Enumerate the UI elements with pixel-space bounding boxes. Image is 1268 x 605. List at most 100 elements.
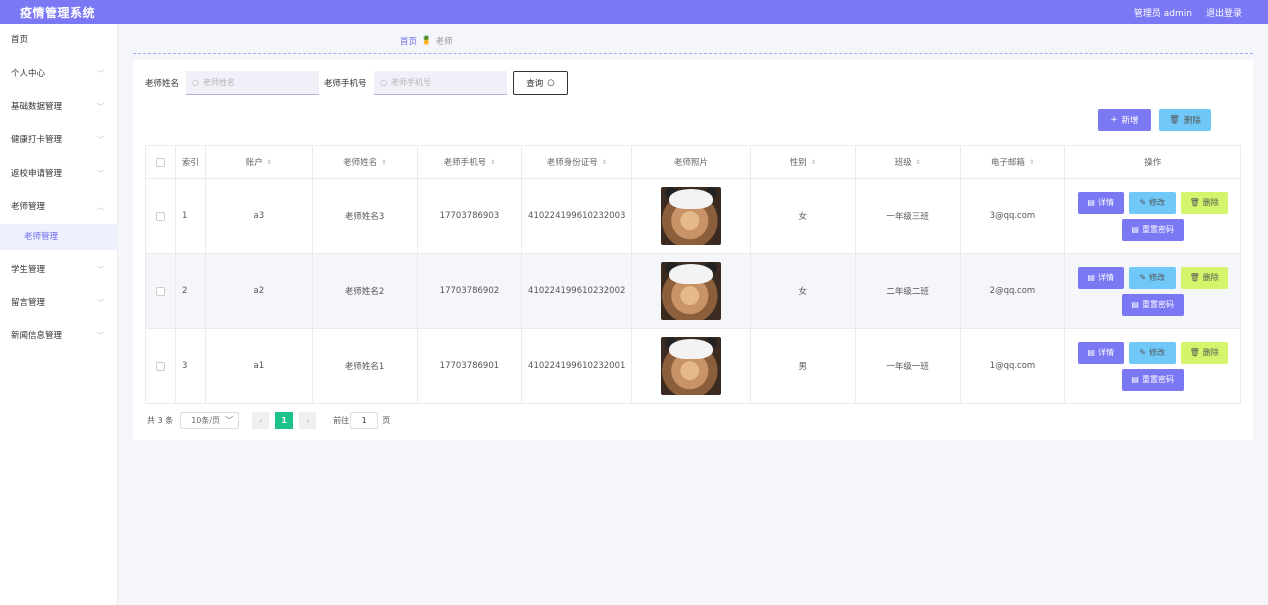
- cell-account: a1: [206, 329, 313, 403]
- goto-label: 前往: [333, 416, 350, 425]
- sidebar-item-profile[interactable]: 个人中心 ﹀: [0, 58, 118, 91]
- cell-index: 2: [176, 254, 206, 328]
- column-header-photo: 老师照片: [632, 146, 751, 178]
- cell-email: 1@qq.com: [961, 329, 1066, 403]
- sidebar-item-health-checkin[interactable]: 健康打卡管理 ﹀: [0, 124, 118, 157]
- sidebar-item-student[interactable]: 学生管理 ﹀: [0, 254, 118, 287]
- cell-phone: 17703786903: [418, 179, 523, 253]
- goto-page-input[interactable]: 1: [350, 412, 379, 429]
- row-checkbox[interactable]: [155, 211, 165, 221]
- batch-delete-button[interactable]: 🗑 删除: [1159, 109, 1211, 131]
- sidebar-item-base-data[interactable]: 基础数据管理 ﹀: [0, 91, 118, 124]
- name-search-label: 老师姓名: [145, 79, 180, 89]
- top-bar: 疫情管理系统 管理员 admin 退出登录: [0, 0, 1268, 24]
- chevron-down-icon: ﹀: [97, 70, 104, 78]
- cell-photo: [632, 254, 751, 328]
- cell-class: 二年级二班: [856, 254, 961, 328]
- query-button[interactable]: 查询 ○: [513, 71, 568, 95]
- main-content: 首页 🍍 老师 老师姓名 ○ 老师姓名 老师手机号 ○ 老师手机号 查询 ○ +…: [118, 24, 1268, 605]
- reset-password-button[interactable]: ▤ 重置密码: [1121, 293, 1184, 316]
- column-header-account[interactable]: 账户 ⇕: [206, 146, 313, 178]
- app-title: 疫情管理系统: [20, 6, 96, 20]
- chevron-down-icon: ﹀: [97, 266, 104, 274]
- reset-password-button[interactable]: ▤ 重置密码: [1121, 368, 1184, 391]
- logout-link[interactable]: 退出登录: [1206, 6, 1242, 19]
- detail-button[interactable]: ▤ 详情: [1077, 191, 1124, 214]
- teacher-photo[interactable]: [661, 187, 722, 245]
- column-header-name[interactable]: 老师姓名 ⇕: [313, 146, 418, 178]
- detail-button[interactable]: ▤ 详情: [1077, 341, 1124, 364]
- cell-photo: [632, 179, 751, 253]
- teacher-photo[interactable]: [661, 262, 722, 320]
- column-header-phone[interactable]: 老师手机号 ⇕: [418, 146, 523, 178]
- sort-icon: ⇕: [915, 158, 921, 166]
- cell-actions: ▤ 详情 ✎ 修改 🗑 删除 ▤ 重置密码: [1065, 254, 1240, 328]
- sidebar-item-teacher[interactable]: 老师管理 ︿: [0, 191, 118, 224]
- content-card: 老师姓名 ○ 老师姓名 老师手机号 ○ 老师手机号 查询 ○ + 新增 🗑 删除…: [133, 60, 1253, 440]
- pencil-icon: ✎: [1139, 348, 1147, 357]
- cell-account: a2: [206, 254, 313, 328]
- sidebar-subitem-teacher-manage[interactable]: 老师管理: [0, 224, 118, 250]
- cell-actions: ▤ 详情 ✎ 修改 🗑 删除 ▤ 重置密码: [1065, 329, 1240, 403]
- edit-button[interactable]: ✎ 修改: [1128, 191, 1176, 214]
- cell-idcard: 410224199610232001: [522, 329, 633, 403]
- cell-email: 2@qq.com: [961, 254, 1066, 328]
- trash-icon: 🗑: [1189, 348, 1200, 357]
- cell-name: 老师姓名2: [313, 254, 418, 328]
- column-header-actions: 操作: [1144, 158, 1162, 168]
- sidebar-item-return-apply[interactable]: 返校申请管理 ﹀: [0, 158, 118, 191]
- search-icon: ○: [380, 78, 387, 87]
- column-header-class[interactable]: 班级 ⇕: [856, 146, 961, 178]
- sidebar-item-message[interactable]: 留言管理 ﹀: [0, 287, 118, 320]
- delete-button[interactable]: 🗑 删除: [1180, 266, 1228, 289]
- delete-button[interactable]: 🗑 删除: [1180, 341, 1228, 364]
- next-page-button[interactable]: ›: [299, 412, 317, 429]
- prev-page-button[interactable]: ‹: [252, 412, 270, 429]
- edit-button[interactable]: ✎ 修改: [1128, 266, 1176, 289]
- breadcrumb-divider: [133, 53, 1253, 54]
- reset-password-button[interactable]: ▤ 重置密码: [1121, 218, 1184, 241]
- column-header-email[interactable]: 电子邮箱 ⇕: [961, 146, 1066, 178]
- cell-account: a3: [206, 179, 313, 253]
- sort-icon: ⇕: [810, 158, 816, 166]
- delete-button[interactable]: 🗑 删除: [1180, 191, 1228, 214]
- detail-button[interactable]: ▤ 详情: [1077, 266, 1124, 289]
- sort-icon: ⇕: [490, 158, 496, 166]
- phone-search-placeholder: 老师手机号: [390, 78, 431, 87]
- edit-button[interactable]: ✎ 修改: [1128, 341, 1176, 364]
- page-suffix: 页: [382, 416, 391, 425]
- document-icon: ▤: [1131, 225, 1139, 234]
- phone-search-input[interactable]: ○ 老师手机号: [374, 71, 507, 95]
- add-button[interactable]: + 新增: [1098, 109, 1151, 131]
- cell-idcard: 410224199610232002: [522, 254, 633, 328]
- sidebar-item-home[interactable]: 首页: [0, 24, 118, 57]
- user-label: 管理员 admin: [1133, 9, 1192, 19]
- teacher-table: 索引 账户 ⇕ 老师姓名 ⇕ 老师手机号 ⇕ 老师身份证号 ⇕ 老师照片 性别 ⇕ 班级 ⇕…: [145, 145, 1241, 404]
- name-search-placeholder: 老师姓名: [202, 78, 235, 87]
- sort-icon: ⇕: [381, 158, 387, 166]
- sidebar-item-news[interactable]: 新闻信息管理 ﹀: [0, 320, 118, 353]
- page-size-select[interactable]: 10条/页 ﹀: [180, 412, 240, 429]
- pagination: 共 3 条 10条/页 ﹀ ‹ 1 › 前往 1 页: [147, 412, 390, 429]
- name-search-input[interactable]: ○ 老师姓名: [186, 71, 319, 95]
- table-row: 2 a2 老师姓名2 17703786902 41022419961023200…: [146, 254, 1240, 329]
- pineapple-icon: 🍍: [421, 36, 432, 46]
- cell-email: 3@qq.com: [961, 179, 1066, 253]
- select-all-checkbox[interactable]: [155, 157, 165, 167]
- teacher-photo[interactable]: [661, 337, 722, 395]
- page-number-1[interactable]: 1: [275, 412, 294, 429]
- cell-class: 一年级三班: [856, 179, 961, 253]
- cell-photo: [632, 329, 751, 403]
- column-header-idcard[interactable]: 老师身份证号 ⇕: [522, 146, 633, 178]
- table-row: 1 a3 老师姓名3 17703786903 41022419961023200…: [146, 179, 1240, 254]
- column-header-gender[interactable]: 性别 ⇕: [751, 146, 856, 178]
- column-header-index: 索引: [176, 146, 206, 178]
- chevron-up-icon: ︿: [97, 203, 104, 211]
- breadcrumb-home[interactable]: 首页: [400, 35, 417, 47]
- pencil-icon: ✎: [1139, 273, 1147, 282]
- document-icon: ▤: [1087, 273, 1095, 282]
- sort-icon: ⇕: [266, 158, 272, 166]
- row-checkbox[interactable]: [155, 286, 165, 296]
- cell-class: 一年级一班: [856, 329, 961, 403]
- row-checkbox[interactable]: [155, 361, 165, 371]
